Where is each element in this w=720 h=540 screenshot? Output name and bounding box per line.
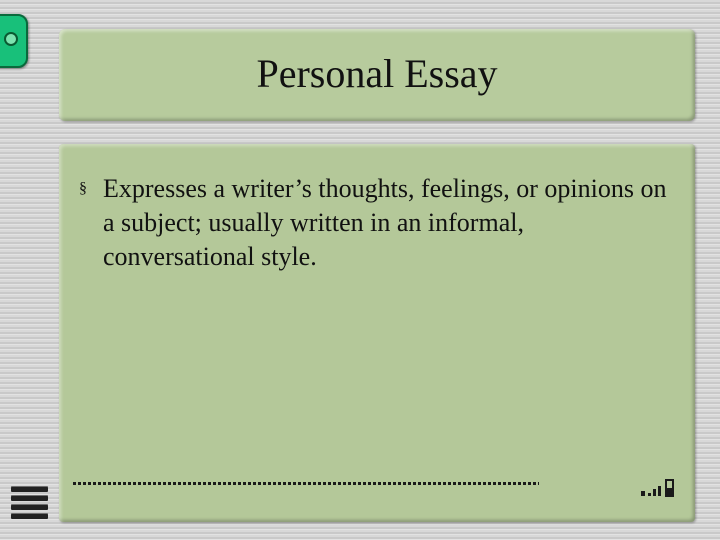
bullet-item: § Expresses a writer’s thoughts, feeling…: [79, 172, 679, 274]
bullet-text: Expresses a writer’s thoughts, feelings,…: [103, 174, 667, 271]
dotted-divider: [73, 482, 539, 485]
slide-title: Personal Essay: [256, 50, 498, 96]
corner-tab-icon: [0, 14, 28, 68]
content-panel: § Expresses a writer’s thoughts, feeling…: [59, 144, 695, 522]
signal-bars-icon: [641, 479, 674, 497]
ring-icon: [4, 32, 18, 46]
menu-lines-icon[interactable]: [11, 486, 48, 530]
title-panel: Personal Essay: [59, 29, 695, 121]
bullet-marker: §: [79, 180, 87, 197]
